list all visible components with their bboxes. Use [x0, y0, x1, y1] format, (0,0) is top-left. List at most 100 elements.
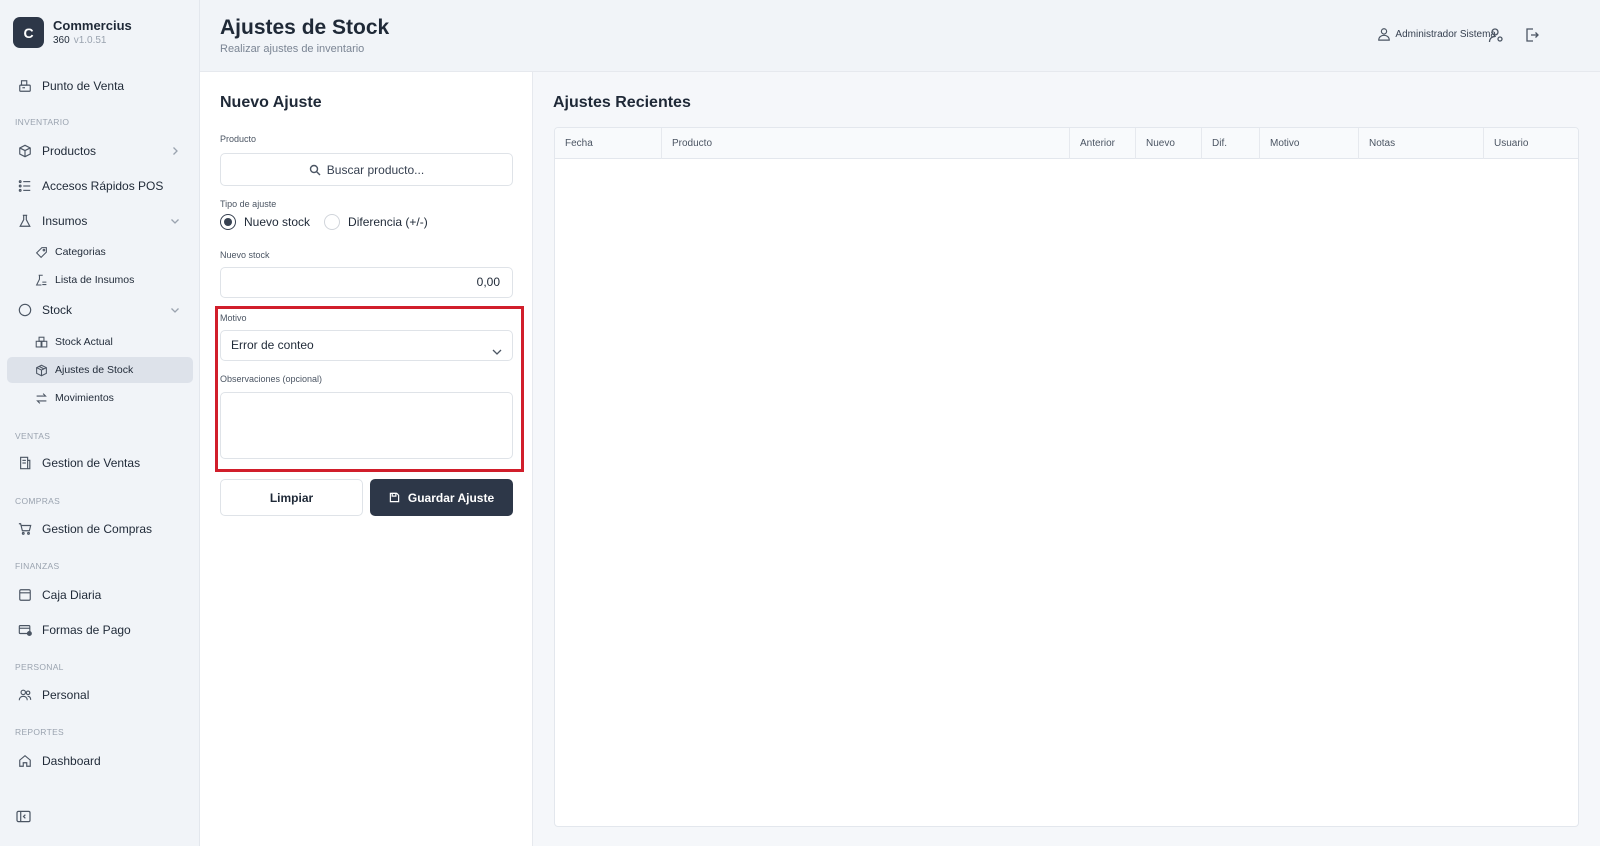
sidebar-item-gestion-compras[interactable]: Gestion de Compras: [7, 516, 193, 542]
search-icon: [309, 164, 321, 176]
radio-label: Diferencia (+/-): [348, 215, 428, 229]
page-title: Ajustes de Stock: [220, 16, 390, 39]
logout-icon[interactable]: [1524, 27, 1540, 43]
sidebar-item-dashboard[interactable]: Dashboard: [7, 748, 193, 774]
sidebar-item-ajustes-stock[interactable]: Ajustes de Stock: [7, 357, 193, 383]
column-header-motivo[interactable]: Motivo: [1260, 128, 1359, 159]
section-reportes: REPORTES: [15, 727, 65, 737]
flask-icon: [17, 213, 33, 229]
brand-name: Commercius: [53, 18, 132, 33]
user-menu[interactable]: Administrador Sistema: [1377, 27, 1496, 41]
sidebar-item-lista-insumos[interactable]: Lista de Insumos: [7, 267, 193, 293]
column-header-dif[interactable]: Dif.: [1202, 128, 1260, 159]
sidebar-item-stock[interactable]: Stock: [7, 297, 193, 323]
list-icon: [17, 178, 33, 194]
radio-unchecked[interactable]: [324, 214, 341, 230]
save-icon: [389, 492, 401, 504]
home-icon: [17, 753, 33, 769]
sidebar: C Commercius 360 v1.0.51 Punto de Venta I…: [0, 0, 200, 846]
sidebar-item-accesos-rapidos[interactable]: Accesos Rápidos POS: [7, 173, 193, 199]
recent-adjustments-table: Fecha Producto Anterior Nuevo Dif. Motiv…: [554, 127, 1579, 827]
sidebar-item-label: Stock: [42, 303, 73, 317]
sidebar-item-label: Dashboard: [42, 754, 101, 768]
column-header-fecha[interactable]: Fecha: [555, 128, 662, 159]
user-settings-icon[interactable]: [1488, 27, 1504, 43]
pos-register-icon: [17, 78, 33, 94]
brand-logo: C: [13, 17, 44, 48]
reason-select[interactable]: Error de conteo: [220, 330, 513, 361]
sidebar-item-label: Formas de Pago: [42, 623, 131, 637]
sidebar-item-label: Punto de Venta: [42, 79, 125, 93]
user-name: Administrador Sistema: [1395, 28, 1496, 40]
package-icon: [34, 363, 48, 377]
receipt-icon: [17, 455, 33, 471]
reason-label: Motivo: [220, 313, 247, 323]
arrows-swap-icon: [34, 391, 48, 405]
section-compras: COMPRAS: [15, 496, 61, 506]
radio-diferencia[interactable]: Diferencia (+/-): [324, 214, 428, 230]
brand: C Commercius 360 v1.0.51: [13, 17, 132, 48]
column-header-producto[interactable]: Producto: [662, 128, 1070, 159]
radio-nuevo-stock[interactable]: Nuevo stock: [220, 214, 310, 230]
save-adjustment-button[interactable]: Guardar Ajuste: [370, 479, 513, 516]
save-button-label: Guardar Ajuste: [407, 490, 495, 505]
circle-icon: [17, 302, 33, 318]
new-stock-label: Nuevo stock: [220, 250, 270, 260]
sidebar-item-movimientos[interactable]: Movimientos: [7, 385, 193, 411]
section-personal: PERSONAL: [15, 662, 64, 672]
sidebar-item-stock-actual[interactable]: Stock Actual: [7, 329, 193, 355]
brand-version: v1.0.51: [73, 35, 107, 46]
chevron-down-icon: [169, 304, 181, 316]
tag-icon: [34, 245, 48, 259]
sidebar-item-label: Categorias: [55, 246, 106, 258]
product-search-input[interactable]: Buscar producto...: [220, 153, 513, 186]
brand-sub: 360 v1.0.51: [53, 34, 132, 47]
chevron-right-icon: [169, 145, 181, 157]
wallet-icon: [17, 587, 33, 603]
boxes-icon: [34, 335, 48, 349]
sidebar-item-label: Insumos: [42, 214, 88, 228]
product-label: Producto: [220, 134, 257, 144]
radio-label: Nuevo stock: [244, 215, 311, 229]
adjustment-form: Nuevo Ajuste Producto Buscar producto...…: [200, 72, 533, 846]
form-title: Nuevo Ajuste: [220, 94, 322, 111]
recent-title: Ajustes Recientes: [553, 94, 691, 111]
flask-list-icon: [34, 273, 48, 287]
cart-icon: [17, 521, 33, 537]
notes-textarea[interactable]: [220, 392, 513, 459]
sidebar-item-productos[interactable]: Productos: [7, 138, 193, 164]
section-finanzas: FINANZAS: [15, 561, 60, 571]
section-ventas: VENTAS: [15, 431, 51, 441]
sidebar-item-label: Ajustes de Stock: [55, 364, 134, 376]
brand-sub-label: 360: [53, 35, 70, 46]
sidebar-item-label: Movimientos: [55, 392, 114, 404]
sidebar-item-label: Accesos Rápidos POS: [42, 179, 164, 193]
type-label: Tipo de ajuste: [220, 199, 277, 209]
sidebar-item-label: Gestion de Compras: [42, 522, 153, 536]
sidebar-item-punto-de-venta[interactable]: Punto de Venta: [7, 73, 193, 99]
new-stock-input[interactable]: 0,00: [220, 267, 513, 298]
sidebar-collapse-icon[interactable]: [16, 810, 32, 824]
column-header-nuevo[interactable]: Nuevo: [1136, 128, 1202, 159]
clear-button[interactable]: Limpiar: [220, 479, 363, 516]
page-header: Ajustes de Stock Realizar ajustes de inv…: [200, 0, 1600, 72]
users-icon: [17, 687, 33, 703]
sidebar-item-label: Personal: [42, 688, 90, 702]
column-header-usuario[interactable]: Usuario: [1484, 128, 1578, 159]
sidebar-item-personal[interactable]: Personal: [7, 682, 193, 708]
sidebar-item-formas-pago[interactable]: Formas de Pago: [7, 617, 193, 643]
reason-selected-value: Error de conteo: [231, 338, 314, 352]
sidebar-item-caja-diaria[interactable]: Caja Diaria: [7, 582, 193, 608]
box-icon: [17, 143, 33, 159]
sidebar-item-gestion-ventas[interactable]: Gestion de Ventas: [7, 450, 193, 476]
sidebar-item-label: Productos: [42, 144, 97, 158]
sidebar-item-label: Caja Diaria: [42, 588, 102, 602]
column-header-anterior[interactable]: Anterior: [1070, 128, 1136, 159]
radio-checked[interactable]: [220, 214, 236, 230]
sidebar-item-categorias[interactable]: Categorias: [7, 239, 193, 265]
column-header-notas[interactable]: Notas: [1359, 128, 1484, 159]
sidebar-item-insumos[interactable]: Insumos: [7, 208, 193, 234]
section-inventario: INVENTARIO: [15, 117, 70, 127]
table-header: Fecha Producto Anterior Nuevo Dif. Motiv…: [555, 128, 1578, 159]
credit-card-icon: [17, 622, 33, 638]
